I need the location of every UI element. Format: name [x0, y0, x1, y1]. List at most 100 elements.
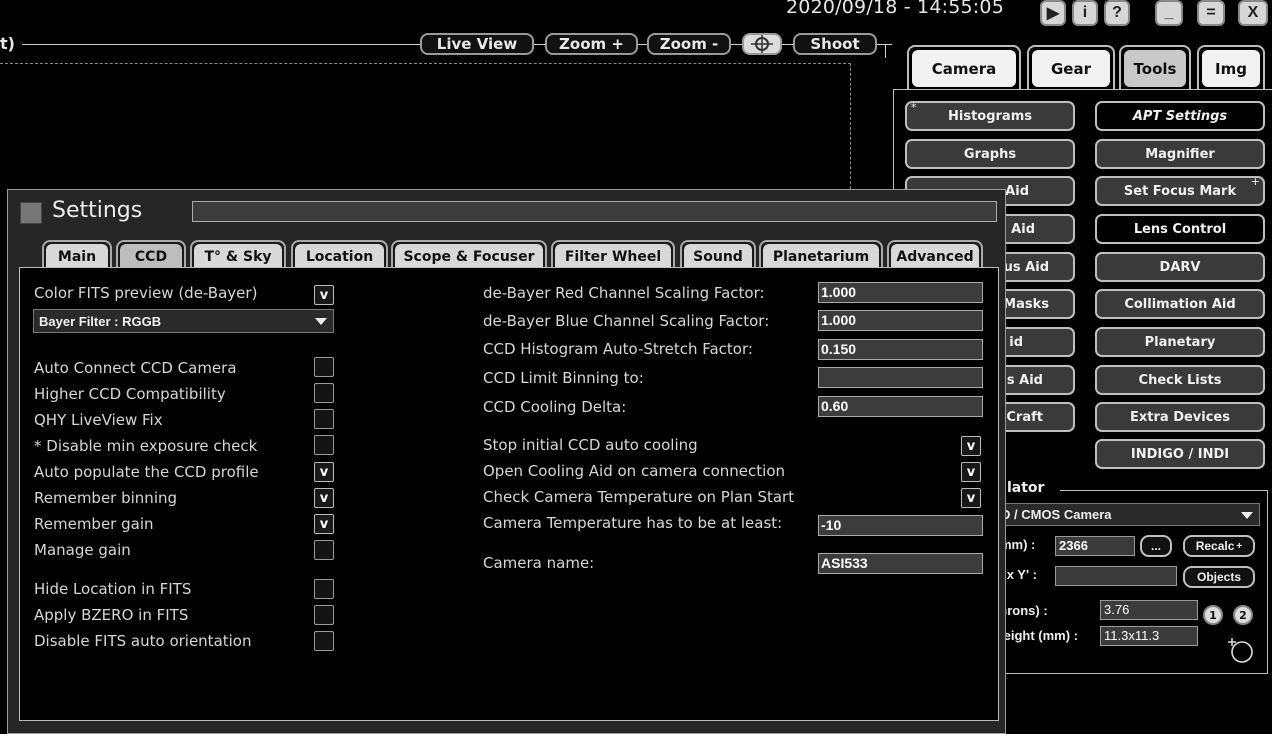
check-temp-plan-checkbox[interactable]: v — [961, 488, 981, 508]
liveview-title: t) — [0, 34, 19, 53]
magnifier-button[interactable]: Magnifier — [1095, 139, 1265, 169]
auto-connect-ccd-checkbox[interactable] — [314, 357, 334, 377]
recalc-button[interactable]: Recalc + — [1183, 535, 1255, 557]
help-icon[interactable]: ? — [1104, 0, 1130, 26]
close-button[interactable]: X — [1238, 0, 1268, 26]
option-label: Remember binning — [34, 489, 178, 507]
chevron-down-icon — [315, 318, 327, 325]
objects-button[interactable]: Objects — [1183, 566, 1255, 588]
recalc-label: Recalc — [1195, 539, 1235, 553]
extra-devices-button[interactable]: Extra Devices — [1095, 402, 1265, 432]
plus-icon: + — [1250, 175, 1260, 188]
darv-button[interactable]: DARV — [1095, 252, 1265, 282]
qhy-liveview-fix-checkbox[interactable] — [314, 409, 334, 429]
focal-length-field[interactable]: 2366 — [1055, 536, 1135, 556]
tab-advanced[interactable]: Advanced — [887, 240, 983, 270]
tab-location[interactable]: Location — [291, 240, 388, 270]
auto-stretch-field[interactable]: 0.150 — [818, 339, 983, 360]
pixel-size-label: crons) : — [1000, 603, 1048, 618]
tab-main[interactable]: Main — [42, 240, 112, 270]
camera-name-field[interactable]: ASI533 — [818, 553, 983, 574]
tab-sound[interactable]: Sound — [680, 240, 756, 270]
dialog-checkbox[interactable] — [20, 202, 42, 224]
check-lists-button[interactable]: Check Lists — [1095, 365, 1265, 395]
pixel-size-field[interactable]: 3.76 — [1100, 600, 1198, 620]
apply-bzero-checkbox[interactable] — [314, 605, 334, 625]
tab-scope-focuser[interactable]: Scope & Focuser — [391, 240, 547, 270]
set-focus-mark-label: Set Focus Mark — [1123, 183, 1237, 199]
manage-gain-checkbox[interactable] — [314, 540, 334, 560]
option-label: Manage gain — [34, 541, 131, 559]
play-icon[interactable]: ▶ — [1040, 0, 1066, 26]
zoom-out-button[interactable]: Zoom - — [647, 33, 731, 55]
field-label: CCD Cooling Delta: — [483, 398, 627, 416]
red-scaling-field[interactable]: 1.000 — [818, 282, 983, 303]
option-label: Auto Connect CCD Camera — [34, 359, 237, 377]
tab-camera[interactable]: Camera — [907, 45, 1021, 90]
hide-location-fits-checkbox[interactable] — [314, 579, 334, 599]
histograms-star: * — [911, 101, 917, 114]
tab-planetarium[interactable]: Planetarium — [759, 240, 883, 270]
option-label: Open Cooling Aid on camera connection — [483, 462, 786, 480]
rotate-icon[interactable] — [1228, 636, 1256, 668]
live-view-button[interactable]: Live View — [420, 33, 534, 55]
zoom-in-button[interactable]: Zoom + — [545, 33, 638, 55]
option-label: Apply BZERO in FITS — [34, 606, 189, 624]
planetary-button[interactable]: Planetary — [1095, 327, 1265, 357]
dialog-title-bar — [192, 201, 997, 222]
preset-2-button[interactable]: 2 — [1233, 605, 1253, 625]
cooling-delta-field[interactable]: 0.60 — [818, 396, 983, 417]
tab-gear[interactable]: Gear — [1027, 45, 1115, 90]
sensor-size-field[interactable]: 11.3x11.3 — [1100, 626, 1198, 646]
more-button[interactable]: ... — [1140, 535, 1172, 557]
blue-scaling-field[interactable]: 1.000 — [818, 310, 983, 331]
tab-img[interactable]: Img — [1197, 45, 1265, 90]
min-temp-field[interactable]: -10 — [818, 515, 983, 536]
remember-binning-checkbox[interactable]: v — [314, 488, 334, 508]
minimize-button[interactable]: _ — [1155, 0, 1183, 26]
auto-populate-profile-checkbox[interactable]: v — [314, 462, 334, 482]
min-temp-label: Camera Temperature has to be at least: — [483, 514, 783, 532]
stop-auto-cooling-checkbox[interactable]: v — [961, 436, 981, 456]
histograms-button[interactable]: * Histograms — [905, 101, 1075, 131]
option-label: Auto populate the CCD profile — [34, 463, 259, 481]
shoot-button[interactable]: Shoot — [793, 33, 877, 55]
limit-binning-field[interactable] — [818, 367, 983, 388]
info-icon[interactable]: i — [1072, 0, 1098, 26]
disable-min-exposure-checkbox[interactable] — [314, 435, 334, 455]
crosshair-icon[interactable] — [742, 33, 782, 55]
field-label: de-Bayer Red Channel Scaling Factor: — [483, 284, 765, 302]
tab-temp-sky[interactable]: T° & Sky — [190, 240, 286, 270]
maximize-button[interactable]: = — [1197, 0, 1225, 26]
option-label: Hide Location in FITS — [34, 580, 192, 598]
camera-type-select[interactable]: D / CMOS Camera — [996, 503, 1260, 526]
liveview-frame-corner — [885, 44, 886, 58]
tools-frame-top — [893, 89, 1272, 90]
open-cooling-aid-checkbox[interactable]: v — [961, 462, 981, 482]
preset-1-button[interactable]: 1 — [1203, 605, 1223, 625]
datetime-display: 2020/09/18 - 14:55:05 — [786, 0, 1004, 18]
tab-camera-label: Camera — [912, 50, 1016, 87]
field-label: CCD Limit Binning to: — [483, 369, 644, 387]
bayer-filter-select[interactable]: Bayer Filter : RGGB — [33, 309, 334, 333]
set-focus-mark-button[interactable]: Set Focus Mark + — [1095, 175, 1265, 206]
settings-dialog: Settings Main CCD T° & Sky Location Scop… — [7, 189, 1006, 734]
indigo-indi-button[interactable]: INDIGO / INDI — [1095, 439, 1265, 469]
lens-control-button[interactable]: Lens Control — [1095, 214, 1265, 244]
ccd-tab-content: Color FITS preview (de-Bayer) v Bayer Fi… — [19, 267, 999, 721]
fov-field[interactable] — [1055, 566, 1177, 586]
tab-filter-wheel[interactable]: Filter Wheel — [551, 240, 675, 270]
apt-settings-button[interactable]: APT Settings — [1095, 101, 1265, 131]
tab-ccd[interactable]: CCD — [116, 240, 186, 270]
remember-gain-checkbox[interactable]: v — [314, 514, 334, 534]
tab-tools[interactable]: Tools — [1119, 45, 1191, 90]
collimation-aid-button[interactable]: Collimation Aid — [1095, 289, 1265, 319]
option-label: * Disable min exposure check — [34, 437, 258, 455]
higher-ccd-compat-checkbox[interactable] — [314, 383, 334, 403]
disable-fits-orientation-checkbox[interactable] — [314, 631, 334, 651]
option-label: QHY LiveView Fix — [34, 411, 163, 429]
color-fits-checkbox[interactable]: v — [314, 285, 334, 305]
camera-name-label: Camera name: — [483, 554, 595, 572]
calculator-frame-top — [1060, 490, 1268, 491]
graphs-button[interactable]: Graphs — [905, 139, 1075, 169]
